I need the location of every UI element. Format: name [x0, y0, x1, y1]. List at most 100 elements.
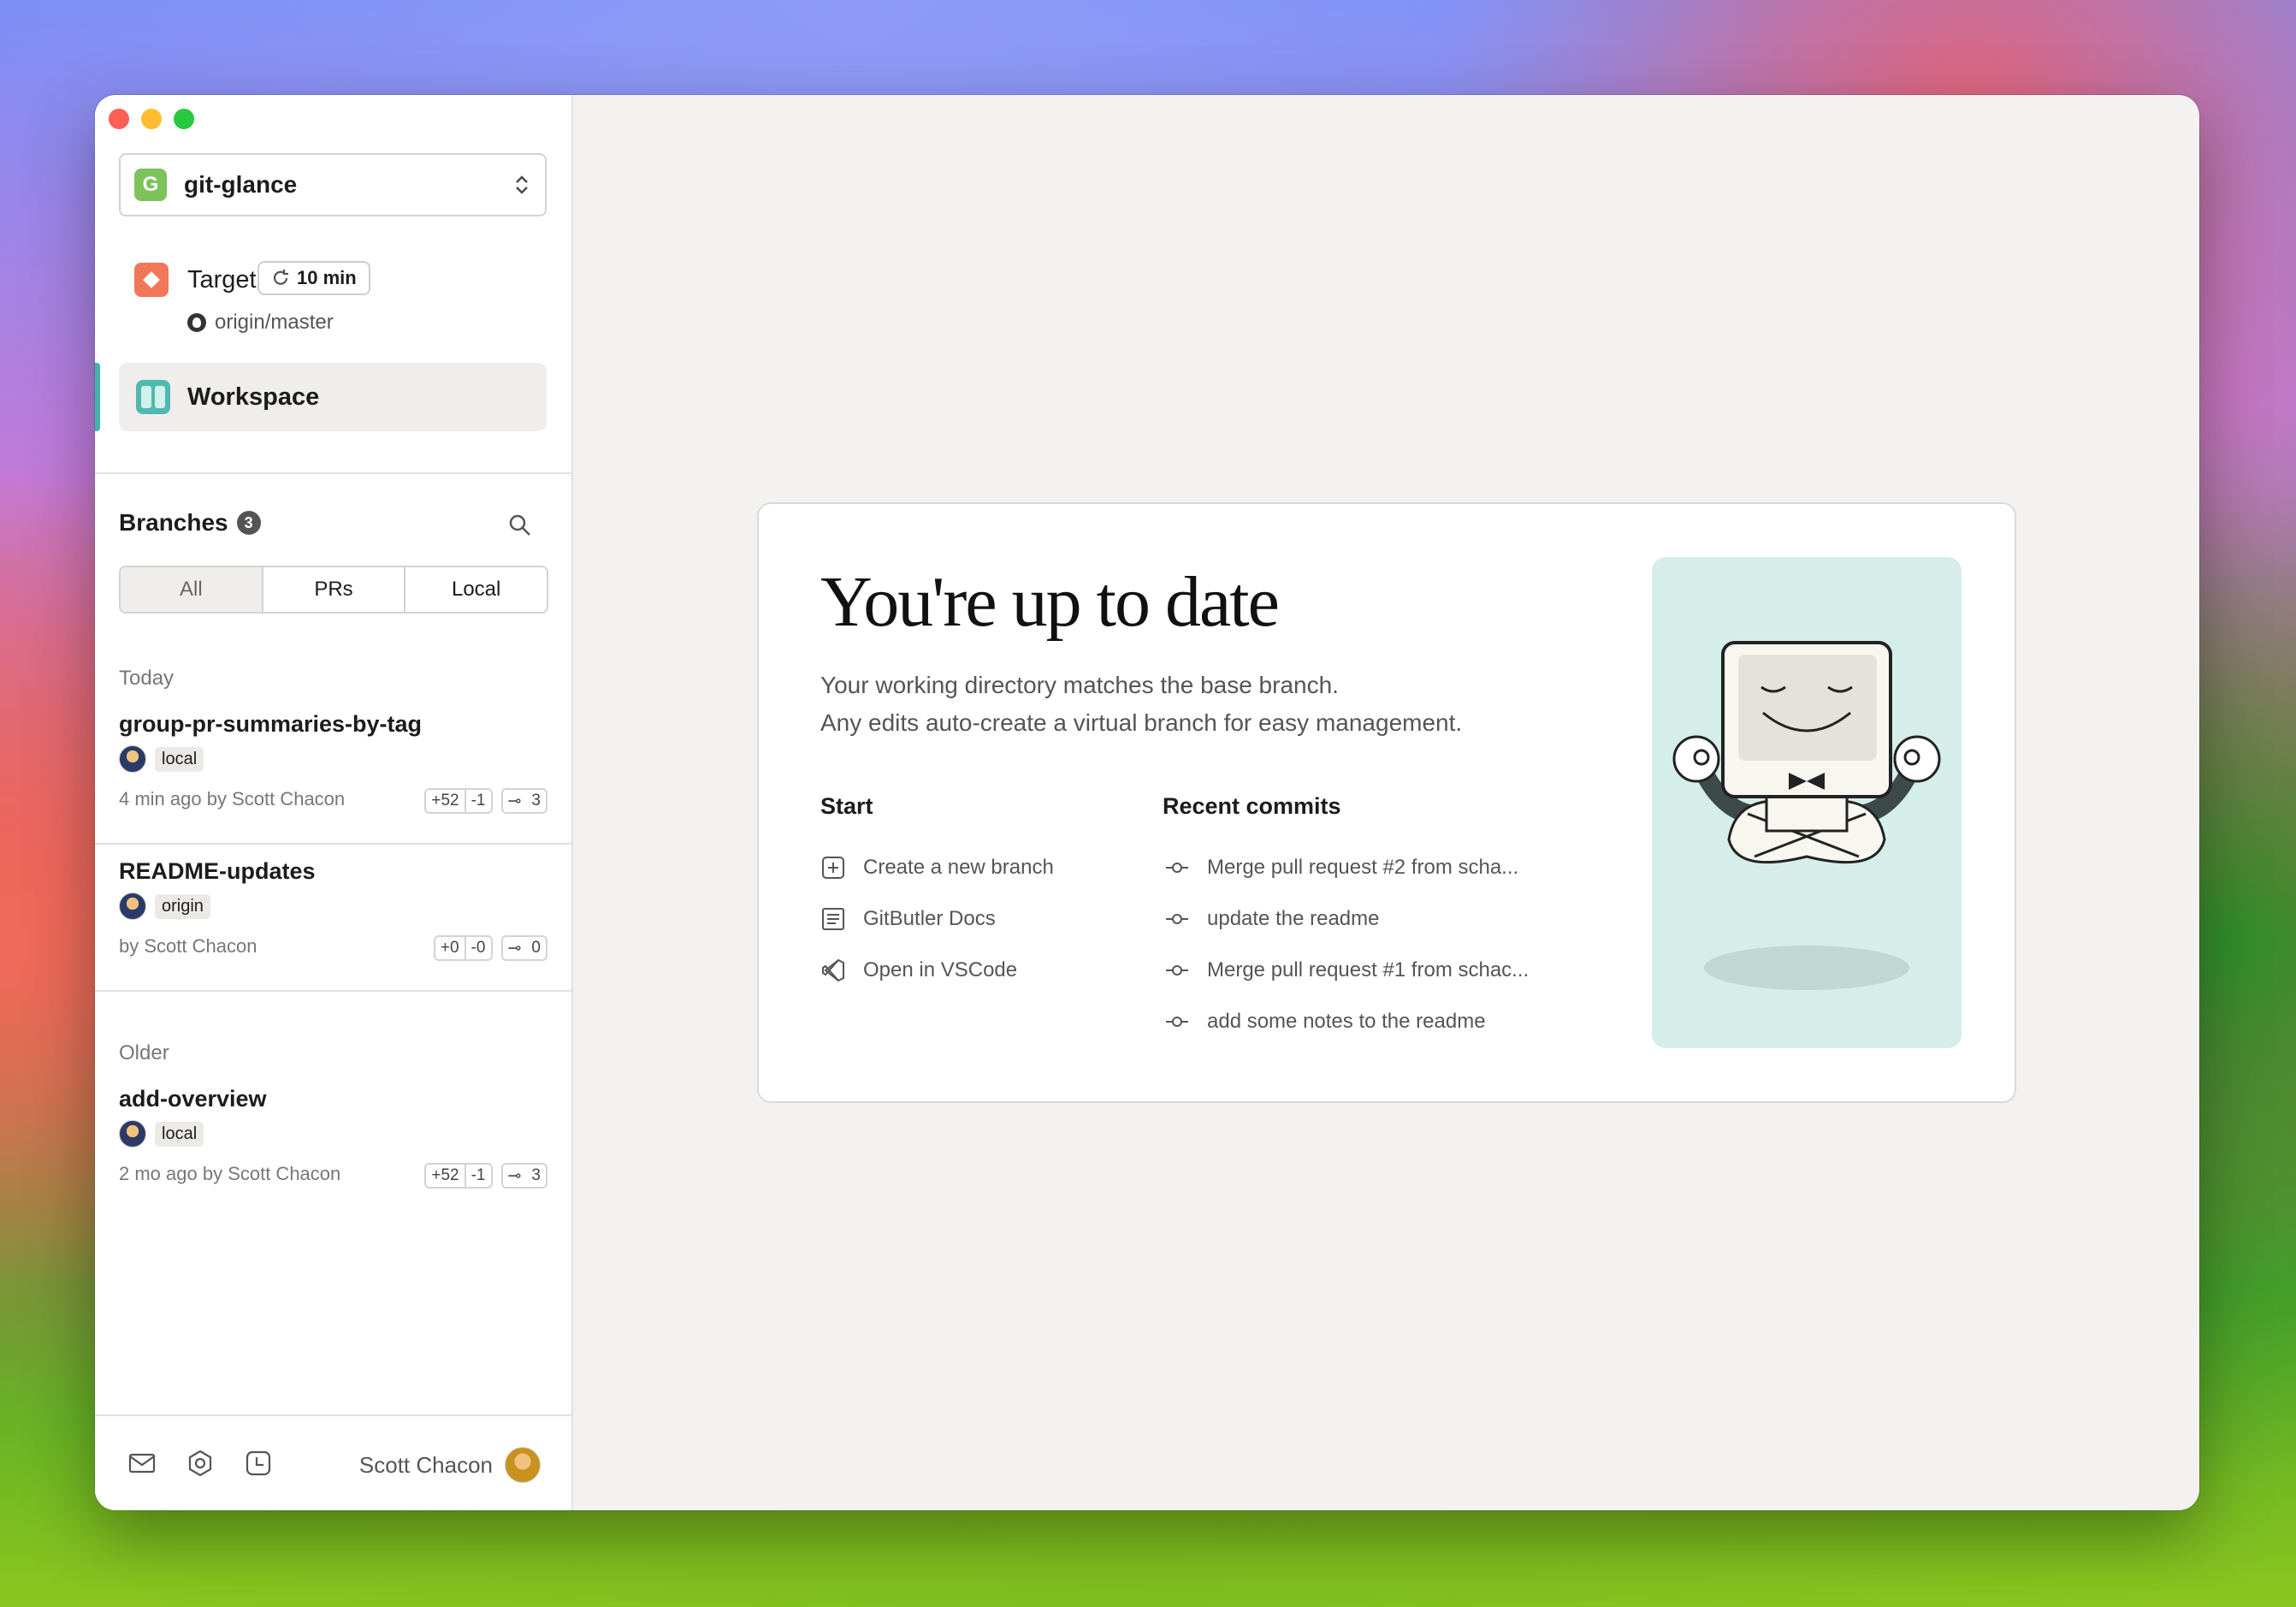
open-vscode-link[interactable]: Open in VSCode — [820, 958, 1017, 983]
commit-icon: ⊸ — [507, 939, 522, 958]
refresh-icon — [273, 270, 288, 285]
additions: +0 — [440, 939, 459, 957]
commit-message: Merge pull request #1 from schac... — [1207, 958, 1530, 981]
clock-icon — [246, 1450, 271, 1476]
commit-icon: ⊸ — [507, 1166, 522, 1185]
window-controls — [109, 109, 194, 129]
commit-icon: ⊸ — [507, 792, 522, 810]
branch-name: add-overview — [119, 1086, 267, 1112]
zoom-window-button[interactable] — [174, 109, 194, 129]
mail-button[interactable] — [127, 1449, 157, 1478]
branch-meta: by Scott Chacon — [119, 935, 257, 957]
meditating-computer-illustration — [1652, 557, 1962, 1048]
commit-icon — [1166, 863, 1188, 873]
target-icon — [134, 263, 169, 297]
workspace-icon — [136, 380, 170, 414]
group-label-today: Today — [119, 667, 175, 690]
target-branch: origin/master — [187, 311, 334, 335]
docs-link[interactable]: GitButler Docs — [820, 906, 996, 932]
sync-button[interactable]: 10 min — [257, 261, 370, 295]
workspace-active-indicator — [95, 363, 100, 431]
branches-title: Branches — [119, 509, 228, 536]
branch-item[interactable]: add-overview local 2 mo ago by Scott Cha… — [95, 1086, 571, 1214]
filter-all[interactable]: All — [121, 567, 263, 612]
minimize-window-button[interactable] — [141, 109, 162, 129]
commit-link[interactable]: update the readme — [1164, 906, 1379, 932]
branch-tag: local — [155, 1121, 204, 1147]
avatar — [119, 1120, 146, 1147]
link-label: GitButler Docs — [863, 907, 996, 930]
branch-divider — [95, 843, 571, 845]
document-icon — [820, 906, 846, 932]
settings-button[interactable] — [186, 1449, 215, 1478]
target-section[interactable]: Target 10 min origin/master — [134, 261, 545, 348]
diff-stat: +52 -1 — [424, 788, 493, 814]
recent-commits-title: Recent commits — [1163, 793, 1341, 819]
plus-square-icon — [820, 855, 846, 881]
filter-prs[interactable]: PRs — [263, 567, 406, 612]
commit-icon — [1166, 965, 1188, 975]
sidebar-divider — [95, 472, 571, 474]
create-branch-link[interactable]: Create a new branch — [820, 855, 1054, 881]
branch-tags: local — [119, 1120, 204, 1147]
branch-name: group-pr-summaries-by-tag — [119, 711, 423, 737]
avatar — [505, 1447, 541, 1483]
vscode-icon — [820, 958, 846, 983]
start-title: Start — [820, 793, 873, 819]
branch-item[interactable]: group-pr-summaries-by-tag local 4 min ag… — [95, 711, 571, 839]
commits: 0 — [531, 939, 541, 957]
github-icon — [187, 313, 206, 332]
page-subtitle: Your working directory matches the base … — [820, 667, 1462, 742]
commit-count: ⊸ 3 — [500, 1163, 547, 1189]
app-window: G git-glance Target 10 min origin/master… — [95, 95, 2199, 1510]
deletions: -0 — [464, 937, 491, 959]
commit-count: ⊸ 3 — [500, 788, 547, 814]
workspace-label: Workspace — [187, 382, 320, 411]
sidebar-footer: Scott Chacon — [95, 1414, 571, 1510]
commit-icon — [1166, 1017, 1188, 1027]
sync-interval: 10 min — [297, 267, 357, 288]
user-name: Scott Chacon — [358, 1451, 493, 1478]
history-button[interactable] — [244, 1449, 273, 1478]
additions: +52 — [431, 792, 459, 809]
branch-tags: local — [119, 745, 204, 773]
subtitle-line: Your working directory matches the base … — [820, 672, 1339, 698]
branches-header: Branches 3 — [119, 509, 261, 537]
project-selector[interactable]: G git-glance — [119, 153, 547, 216]
diff-stat: +52 -1 — [424, 1163, 493, 1189]
group-label-older: Older — [119, 1041, 169, 1064]
target-branch-name: origin/master — [215, 311, 334, 334]
additions: +52 — [431, 1166, 459, 1184]
close-window-button[interactable] — [109, 109, 129, 129]
filter-local[interactable]: Local — [405, 567, 547, 612]
deletions: -1 — [464, 1165, 491, 1187]
commits: 3 — [531, 1166, 541, 1184]
user-profile-button[interactable]: Scott Chacon — [359, 1447, 541, 1483]
commit-message: add some notes to the readme — [1207, 1010, 1486, 1033]
sidebar: G git-glance Target 10 min origin/master… — [95, 95, 573, 1510]
search-branches-button[interactable] — [507, 513, 533, 538]
commits: 3 — [531, 792, 541, 809]
branch-tag: origin — [155, 893, 210, 919]
branch-name: README-updates — [119, 858, 316, 884]
commit-message: Merge pull request #2 from scha... — [1207, 856, 1519, 879]
project-logo: G — [134, 169, 167, 201]
branch-stats: +52 -1 ⊸ 3 — [424, 788, 547, 814]
branch-stats: +0 -0 ⊸ 0 — [433, 935, 547, 961]
workspace-nav-item[interactable]: Workspace — [119, 363, 547, 431]
branches-count-badge: 3 — [236, 511, 261, 535]
branch-meta: 2 mo ago by Scott Chacon — [119, 1163, 341, 1184]
branch-tag: local — [155, 746, 204, 772]
commit-link[interactable]: Merge pull request #2 from scha... — [1164, 855, 1518, 881]
commit-link[interactable]: add some notes to the readme — [1164, 1009, 1486, 1035]
mail-icon — [128, 1453, 156, 1474]
commit-icon — [1166, 914, 1188, 924]
branch-item[interactable]: README-updates origin by Scott Chacon +0… — [95, 858, 571, 987]
gear-icon — [188, 1450, 212, 1477]
group-divider — [95, 990, 571, 992]
chevron-updown-icon — [512, 174, 531, 196]
branch-stats: +52 -1 ⊸ 3 — [424, 1163, 547, 1189]
link-label: Create a new branch — [863, 856, 1054, 879]
commit-link[interactable]: Merge pull request #1 from schac... — [1164, 958, 1529, 983]
commit-count: ⊸ 0 — [500, 935, 547, 961]
